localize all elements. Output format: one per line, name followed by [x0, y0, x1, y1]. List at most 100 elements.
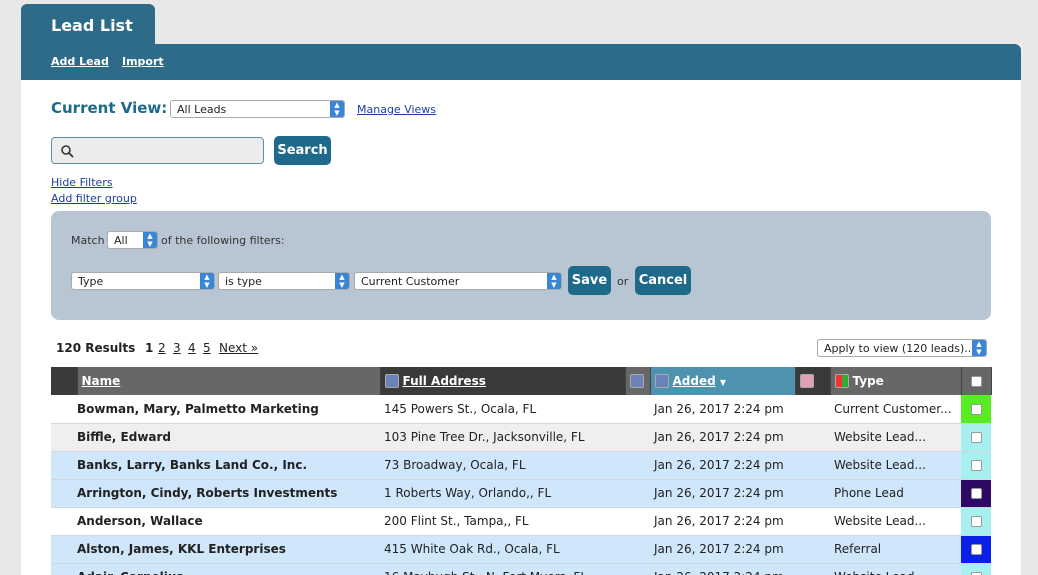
row-checkbox[interactable] — [970, 403, 982, 415]
header-name[interactable]: Name — [77, 367, 381, 395]
manage-views-link[interactable]: Manage Views — [357, 103, 436, 116]
lead-address: 103 Pine Tree Dr., Jacksonville, FL — [380, 423, 625, 452]
table-row[interactable]: Bowman, Mary, Palmetto Marketing 145 Powe… — [51, 395, 991, 424]
current-view-value: All Leads — [177, 103, 227, 116]
lead-added: Jan 26, 2017 2:24 pm — [650, 507, 795, 536]
hide-filters-link[interactable]: Hide Filters — [51, 176, 113, 189]
contact-icon — [799, 374, 814, 389]
or-text: or — [617, 275, 629, 288]
lead-address: 200 Flint St., Tampa,, FL — [380, 507, 625, 536]
table-row[interactable]: Alston, James, KKL Enterprises 415 White … — [51, 535, 991, 564]
lead-type: Current Customer... — [830, 395, 961, 424]
header-name-label[interactable]: Name — [82, 374, 121, 388]
page-5-link[interactable]: 5 — [203, 341, 211, 355]
row-extra — [625, 563, 650, 575]
lead-type: Website Lead... — [830, 423, 961, 452]
page-4-link[interactable]: 4 — [188, 341, 196, 355]
header-select-all[interactable] — [961, 367, 992, 395]
search-button[interactable]: Search — [274, 136, 331, 165]
table-header-row: Name Full Address Added ▼ Type — [51, 367, 992, 395]
search-input[interactable] — [51, 137, 264, 164]
row-type-swatch — [961, 423, 991, 452]
lead-name: Arrington, Cindy, Roberts Investments — [77, 479, 380, 508]
lead-added: Jan 26, 2017 2:24 pm — [650, 423, 795, 452]
save-filter-button[interactable]: Save — [568, 266, 611, 295]
header-contact[interactable] — [795, 367, 831, 395]
row-checkbox[interactable] — [970, 488, 982, 499]
next-page-link[interactable]: Next » — [219, 341, 258, 355]
table-row[interactable]: Adair, Cornelius16 Mayhugh St., N. Fort … — [51, 563, 991, 575]
page-1-current: 1 — [145, 341, 154, 355]
select-arrows-icon: ▲ ▼ — [547, 273, 561, 289]
match-label: Match — [71, 234, 105, 247]
match-select[interactable]: All ▲ ▼ — [107, 231, 158, 249]
filter-value-select[interactable]: Current Customer ▲ ▼ — [354, 272, 562, 290]
row-spacer — [51, 451, 77, 480]
lead-name: Biffle, Edward — [77, 423, 380, 452]
lead-type: Referral — [830, 535, 961, 564]
filter-operator-select[interactable]: is type ▲ ▼ — [218, 272, 350, 290]
lead-list-tab[interactable]: Lead List — [21, 4, 155, 46]
current-view-select[interactable]: All Leads ▲ ▼ — [170, 100, 345, 118]
lead-name: Bowman, Mary, Palmetto Marketing — [77, 395, 380, 424]
color-grid-icon — [834, 374, 849, 389]
row-contact — [795, 535, 830, 564]
import-link[interactable]: Import — [122, 55, 164, 68]
filter-field-select[interactable]: Type ▲ ▼ — [71, 272, 215, 290]
apply-to-view-value: Apply to view (120 leads)... — [824, 342, 975, 355]
header-type[interactable]: Type — [830, 367, 962, 395]
top-background — [21, 0, 1021, 44]
row-contact — [795, 451, 830, 480]
row-checkbox[interactable] — [970, 432, 982, 443]
lead-address: 1 Roberts Way, Orlando,, FL — [380, 479, 625, 508]
row-checkbox[interactable] — [970, 516, 982, 527]
row-contact — [795, 423, 830, 452]
lead-address: 73 Broadway, Ocala, FL — [380, 451, 625, 480]
cancel-filter-button[interactable]: Cancel — [635, 266, 691, 295]
header-type-label: Type — [852, 373, 884, 388]
row-spacer — [51, 507, 77, 536]
row-extra — [625, 535, 650, 564]
page-2-link[interactable]: 2 — [158, 341, 166, 355]
row-type-swatch — [961, 395, 991, 424]
row-contact — [795, 507, 830, 536]
page-3-link[interactable]: 3 — [173, 341, 181, 355]
row-type-swatch — [961, 563, 991, 575]
row-checkbox[interactable] — [970, 544, 982, 555]
apply-to-view-select[interactable]: Apply to view (120 leads)... ▲ ▼ — [817, 339, 987, 357]
table-row[interactable]: Biffle, Edward 103 Pine Tree Dr., Jackson… — [51, 423, 991, 452]
table-row[interactable]: Banks, Larry, Banks Land Co., Inc. 73 Bro… — [51, 451, 991, 480]
sub-nav-bar: Add Lead Import — [21, 44, 1021, 80]
table-row[interactable]: Arrington, Cindy, Roberts Investments 1 R… — [51, 479, 991, 508]
header-extra[interactable] — [625, 367, 651, 395]
lead-type: Website Lead... — [830, 451, 961, 480]
lead-added: Jan 26, 2017 2:24 pm — [650, 451, 795, 480]
select-all-checkbox[interactable] — [970, 376, 982, 387]
header-address-label[interactable]: Full Address — [403, 374, 486, 388]
header-added-label[interactable]: Added — [673, 374, 716, 388]
search-icon — [61, 145, 74, 158]
row-contact — [795, 395, 830, 424]
add-filter-group-link[interactable]: Add filter group — [51, 192, 137, 205]
filter-suffix-text: of the following filters: — [161, 234, 285, 247]
current-view-label: Current View: — [51, 99, 168, 117]
row-extra — [625, 479, 650, 508]
row-spacer — [51, 423, 77, 452]
header-spacer — [51, 367, 78, 395]
lead-type: Phone Lead — [830, 479, 961, 508]
row-type-swatch — [961, 479, 991, 508]
header-added[interactable]: Added ▼ — [650, 367, 796, 395]
select-arrows-icon: ▲ ▼ — [330, 101, 344, 117]
lead-address: 16 Mayhugh St., N. Fort Myers, FL — [380, 563, 625, 575]
add-lead-link[interactable]: Add Lead — [51, 55, 109, 68]
lead-added: Jan 26, 2017 2:24 pm — [650, 479, 795, 508]
row-extra — [625, 451, 650, 480]
header-address[interactable]: Full Address — [380, 367, 626, 395]
row-extra — [625, 423, 650, 452]
table-row[interactable]: Anderson, Wallace 200 Flint St., Tampa,, … — [51, 507, 991, 536]
lead-name: Anderson, Wallace — [77, 507, 380, 536]
sort-desc-icon: ▼ — [719, 377, 727, 387]
row-type-swatch — [961, 451, 991, 480]
row-checkbox[interactable] — [970, 460, 982, 471]
asterisk-icon — [629, 374, 644, 389]
